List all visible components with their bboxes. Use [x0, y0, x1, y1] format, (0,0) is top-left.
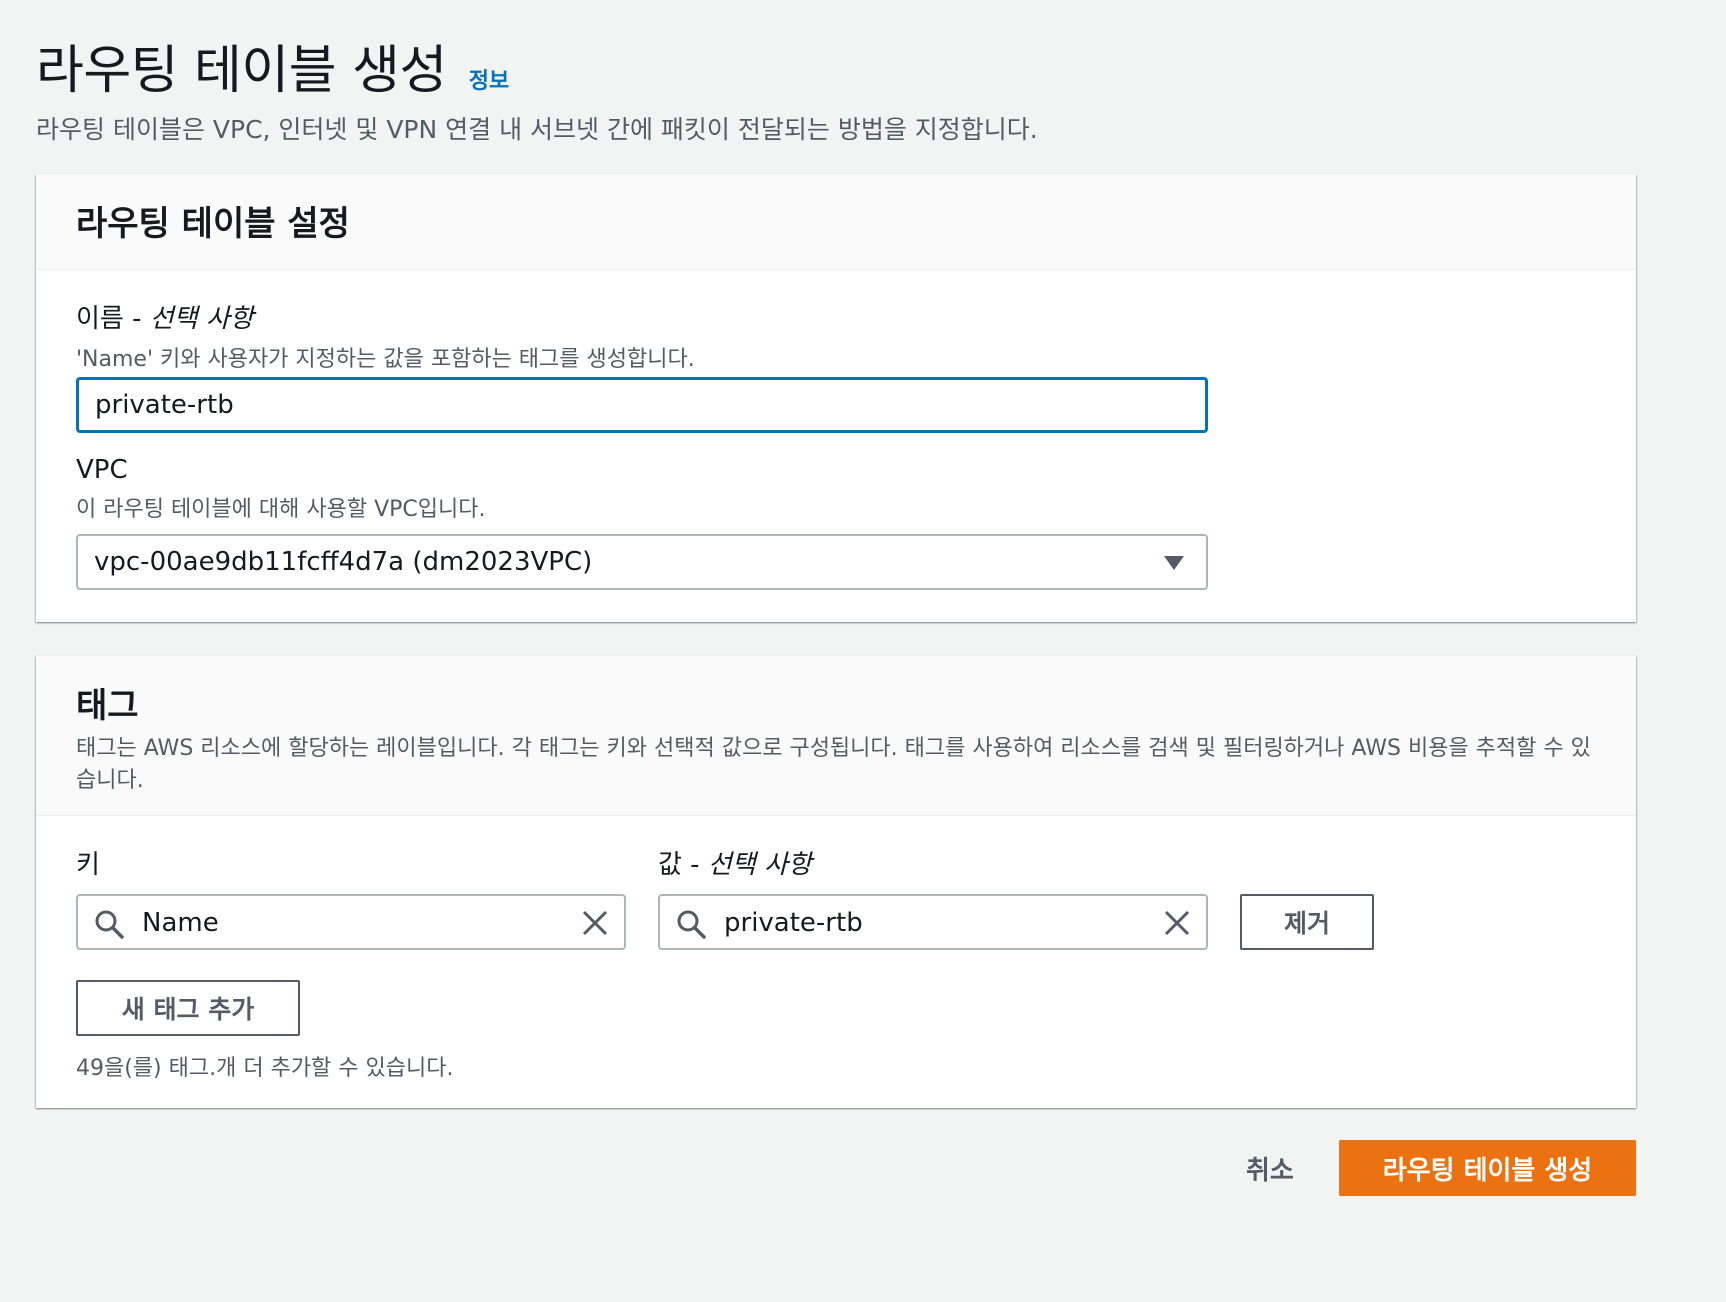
tags-panel-title: 태그 [76, 686, 139, 726]
remaining-tags-text: 49을(를) 태그.개 더 추가할 수 있습니다. [76, 1056, 454, 1081]
page-description: 라우팅 테이블은 VPC, 인터넷 및 VPN 연결 내 서브넷 간에 패킷이 … [36, 115, 1038, 144]
vpc-hint: 이 라우팅 테이블에 대해 사용할 VPC입니다. [76, 497, 486, 522]
remove-tag-button[interactable]: 제거 [1240, 894, 1374, 950]
vpc-label: VPC [76, 455, 128, 485]
search-icon [677, 910, 706, 939]
create-route-table-button[interactable]: 라우팅 테이블 생성 [1339, 1140, 1636, 1196]
name-field: 이름 - 선택 사항 'Name' 키와 사용자가 지정하는 값을 포함하는 태… [76, 298, 695, 373]
name-label-optional: 선택 사항 [149, 304, 254, 334]
vpc-field: VPC 이 라우팅 테이블에 대해 사용할 VPC입니다. [76, 455, 485, 523]
tag-value-label-text: 값 - [658, 850, 708, 880]
settings-panel-header: 라우팅 테이블 설정 [36, 174, 1636, 270]
name-label: 이름 - 선택 사항 [76, 298, 695, 335]
page-title: 라우팅 테이블 생성 [36, 41, 447, 101]
name-hint: 'Name' 키와 사용자가 지정하는 값을 포함하는 태그를 생성합니다. [76, 347, 695, 372]
tags-panel-header: 태그 태그는 AWS 리소스에 할당하는 레이블입니다. 각 태그는 키와 선택… [36, 656, 1636, 816]
tag-key-input[interactable]: Name [76, 894, 626, 950]
search-icon [95, 910, 124, 939]
tag-key-label: 키 [76, 850, 100, 880]
add-tag-button[interactable]: 새 태그 추가 [76, 980, 300, 1036]
cancel-button[interactable]: 취소 [1246, 1150, 1294, 1187]
info-link[interactable]: 정보 [469, 63, 509, 95]
clear-icon[interactable] [1164, 910, 1190, 936]
vpc-selected-value: vpc-00ae9db11fcff4d7a (dm2023VPC) [94, 547, 593, 577]
tags-panel: 태그 태그는 AWS 리소스에 할당하는 레이블입니다. 각 태그는 키와 선택… [36, 656, 1636, 1108]
tag-value-input[interactable]: private-rtb [658, 894, 1208, 950]
tag-value-label: 값 - 선택 사항 [658, 844, 812, 881]
tag-value-label-optional: 선택 사항 [707, 850, 812, 880]
clear-icon[interactable] [582, 910, 608, 936]
name-label-text: 이름 - [76, 304, 150, 334]
caret-down-icon [1164, 556, 1184, 570]
vpc-select[interactable]: vpc-00ae9db11fcff4d7a (dm2023VPC) [76, 534, 1208, 590]
tags-panel-description: 태그는 AWS 리소스에 할당하는 레이블입니다. 각 태그는 키와 선택적 값… [76, 736, 1591, 793]
tag-value-value: private-rtb [724, 908, 863, 938]
settings-panel-title: 라우팅 테이블 설정 [76, 204, 350, 244]
name-input[interactable] [76, 377, 1208, 433]
route-table-settings-panel: 라우팅 테이블 설정 이름 - 선택 사항 'Name' 키와 사용자가 지정하… [36, 174, 1636, 622]
page-header: 라우팅 테이블 생성 정보 [36, 28, 509, 103]
tag-key-value: Name [142, 908, 219, 938]
create-route-table-page: 라우팅 테이블 생성 정보 라우팅 테이블은 VPC, 인터넷 및 VPN 연결… [0, 0, 1726, 1302]
